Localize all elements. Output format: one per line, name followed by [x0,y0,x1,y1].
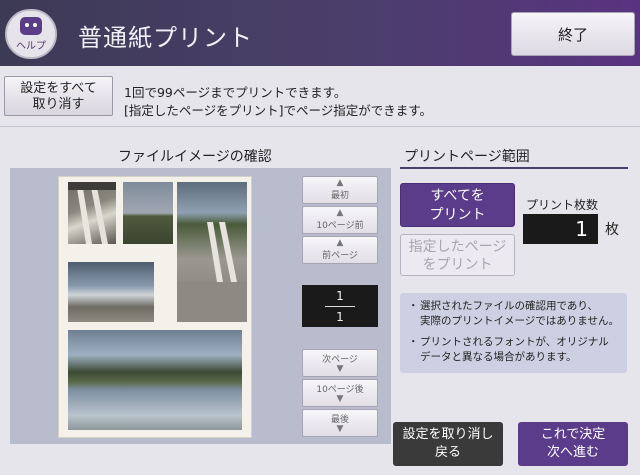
print-all-button[interactable]: すべてを プリント [400,183,515,227]
nav-first-button[interactable]: ▲ 最初 [302,176,378,204]
first-arrow-icon: ▲ [336,178,344,188]
file-image-preview [58,176,252,438]
confirm-next-line2: 次へ進む [546,445,599,460]
cancel-back-line2: 戻る [434,445,461,460]
print-specified-line2: をプリント [422,257,493,273]
nav-first-label: 最初 [330,191,349,201]
preview-photo-5 [68,330,242,430]
double-down-arrow-icon: ▼ [336,394,344,404]
copies-count[interactable]: 1 [523,214,598,244]
up-arrow-icon: ▲ [336,238,344,248]
note-bullet: ・ [408,300,419,312]
cancel-back-line1: 設定を取り消し [402,427,494,442]
info-text-2: [指定したページをプリント]でページ指定ができます。 [124,103,433,118]
preview-photo-1 [68,182,116,244]
nav-back10-button[interactable]: ▲ 10ページ前 [302,206,378,234]
nav-next-button[interactable]: 次ページ ▼ [302,349,378,377]
note-item: ・ 選択されたファイルの確認用であり、 実際のプリントイメージではありません。 [408,299,621,329]
confirm-next-line1: これで決定 [540,427,606,442]
counter-divider [325,305,355,307]
nav-fwd10-button[interactable]: 10ページ後 ▼ [302,379,378,407]
page-current: 1 [336,288,344,303]
reset-label-line1: 設定をすべて [20,81,97,96]
nav-last-button[interactable]: 最後 ▼ [302,409,378,437]
preview-section-title: ファイルイメージの確認 [118,149,272,165]
nav-prev-label: 前ページ [322,251,358,261]
preview-photo-4 [68,262,154,322]
note-item: ・ プリントされるフォントが、オリジナル データと異なる場合があります。 [408,335,621,365]
note-2-line1: プリントされるフォントが、オリジナル [420,336,609,348]
preview-photo-3 [177,182,247,322]
print-specified-button[interactable]: 指定したページ をプリント [400,234,515,276]
nav-prev-button[interactable]: ▲ 前ページ [302,236,378,264]
divider [0,126,640,127]
page-counter: 1 1 [302,285,378,327]
print-specified-line1: 指定したページ [408,239,507,255]
confirm-next-button[interactable]: これで決定 次へ進む [518,422,628,466]
help-label: ヘルプ [16,40,46,52]
range-section-title: プリントページ範囲 [404,149,530,165]
note-2-line2: データと異なる場合があります。 [420,351,577,363]
page-title: 普通紙プリント [78,24,253,52]
note-box: ・ 選択されたファイルの確認用であり、 実際のプリントイメージではありません。 … [400,293,627,373]
preview-photo-2 [123,182,173,244]
copies-label: プリント枚数 [526,198,599,212]
info-text-1: 1回で99ページまでプリントできます。 [124,85,347,100]
print-all-line1: すべてを [430,188,485,204]
end-button[interactable]: 終了 [511,12,635,56]
help-button[interactable]: ヘルプ [5,9,57,59]
help-mascot-icon [20,16,42,35]
print-all-line2: プリント [429,207,486,223]
down-arrow-icon: ▼ [336,364,344,374]
nav-back10-label: 10ページ前 [316,221,364,231]
note-bullet: ・ [408,336,419,348]
header-bar: ヘルプ 普通紙プリント 終了 [0,0,640,66]
last-arrow-icon: ▼ [336,424,344,434]
cancel-back-button[interactable]: 設定を取り消し 戻る [393,422,503,466]
reset-all-button[interactable]: 設定をすべて 取り消す [4,76,113,116]
note-1-line2: 実際のプリントイメージではありません。 [420,315,619,327]
note-1-line1: 選択されたファイルの確認用であり、 [420,300,598,312]
range-title-underline [400,167,628,169]
double-up-arrow-icon: ▲ [336,208,344,218]
copies-unit: 枚 [605,222,619,238]
page-total: 1 [336,309,344,324]
reset-label-line2: 取り消す [32,97,85,112]
